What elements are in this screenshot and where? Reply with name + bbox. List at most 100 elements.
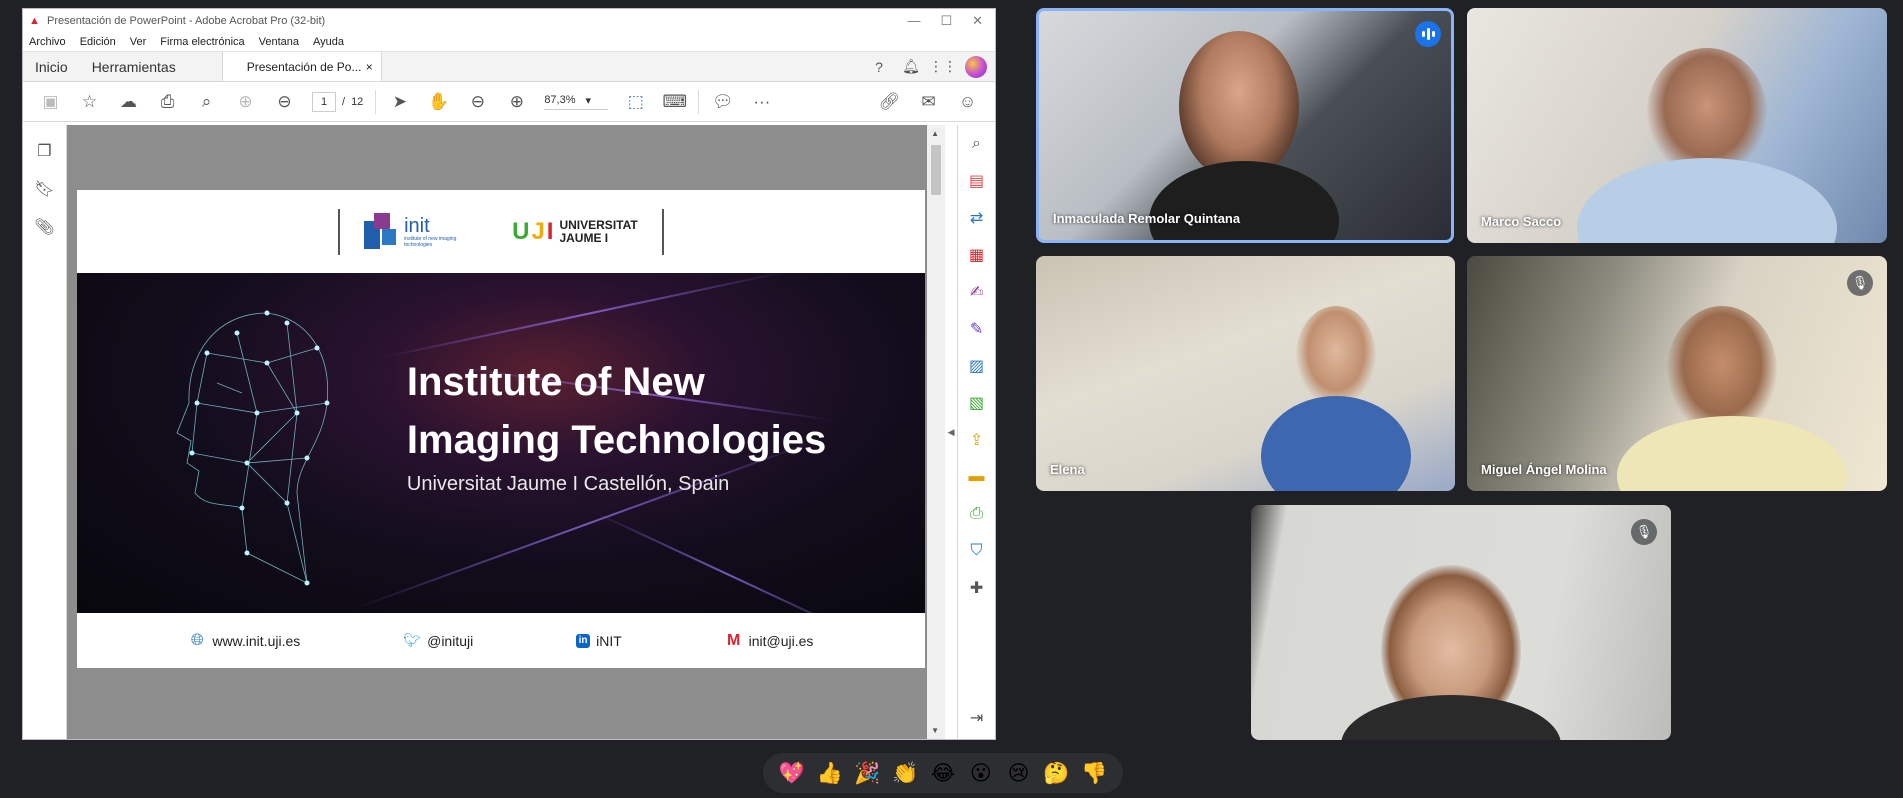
tab-herramientas[interactable]: Herramientas — [80, 52, 188, 81]
page-separator: / — [342, 95, 346, 108]
window-title: Presentación de PowerPoint - Adobe Acrob… — [47, 15, 326, 27]
participant-tile-inmaculada[interactable]: Inmaculada Remolar Quintana — [1036, 8, 1454, 243]
participant-tile-self[interactable]: 🎙︎ — [1251, 505, 1671, 740]
comment-icon[interactable]: 💬︎ — [703, 87, 742, 117]
linkedin-icon: in — [576, 633, 591, 648]
zoom-tool-icon[interactable]: ⌕ — [966, 133, 988, 155]
tab-bar: Inicio Herramientas Presentación de Po..… — [23, 51, 995, 82]
participant-tile-marco[interactable]: Marco Sacco — [1467, 8, 1887, 243]
wireframe-head-graphic — [176, 310, 330, 586]
request-signature-icon[interactable]: ✍ — [966, 281, 988, 303]
menu-firma[interactable]: Firma electrónica — [160, 36, 244, 48]
uji-text-line1: UNIVERSITAT — [559, 217, 638, 232]
expand-panel-icon[interactable]: ⇥ — [966, 707, 988, 729]
export-file-icon[interactable]: ⇪ — [966, 429, 988, 451]
zoom-dropdown[interactable]: 87,3% ▾ — [544, 94, 609, 110]
menu-edicion[interactable]: Edición — [80, 36, 116, 48]
comment-tool-icon[interactable]: ▬ — [966, 466, 988, 488]
scrollbar-thumb[interactable] — [931, 145, 942, 195]
menu-archivo[interactable]: Archivo — [29, 36, 66, 48]
reaction-sad[interactable]: 😢 — [1002, 761, 1036, 785]
reaction-clap[interactable]: 👏 — [888, 761, 922, 786]
acrobat-window: ▲ Presentación de PowerPoint - Adobe Acr… — [22, 8, 996, 740]
contact-email: M init@uji.es — [725, 632, 813, 650]
page-number-input[interactable]: 1 — [312, 91, 336, 112]
slide-banner: Institute of New Imaging Technologies Un… — [76, 273, 925, 613]
close-window-button[interactable]: ✕ — [972, 13, 983, 29]
menu-ver[interactable]: Ver — [130, 36, 147, 48]
help-icon[interactable]: ? — [869, 57, 889, 77]
save-icon[interactable]: ▣ — [31, 87, 70, 117]
protect-shield-icon[interactable]: ⛉ — [966, 540, 988, 562]
init-logo-mark — [364, 212, 398, 251]
print-production-icon[interactable]: ⎙ — [966, 503, 988, 525]
mail-icon[interactable]: ✉ — [909, 87, 948, 117]
slide-title-line1: Institute of New — [406, 360, 705, 404]
close-tab-icon[interactable]: × — [366, 60, 373, 74]
compress-pdf-icon[interactable]: ▧ — [966, 392, 988, 414]
zoom-in-icon[interactable]: ⊕ — [497, 87, 536, 117]
reaction-party[interactable]: 🎉 — [850, 761, 884, 786]
create-pdf-icon[interactable]: ▤ — [966, 170, 988, 192]
organize-pages-icon[interactable]: ▦ — [966, 244, 988, 266]
page-down-icon[interactable]: ⊖ — [265, 87, 304, 117]
fit-page-icon[interactable]: ⬚ — [616, 87, 655, 117]
bell-icon[interactable]: 🔔︎ — [901, 57, 921, 77]
mic-off-icon: 🎙︎ — [1847, 270, 1873, 296]
print-icon[interactable]: ⎙ — [148, 87, 187, 117]
init-logo-name: init — [404, 214, 430, 237]
init-logo-tagline: institute of new imaging technologies — [404, 235, 457, 248]
export-pdf-icon[interactable]: ⇄ — [966, 207, 988, 229]
speaking-indicator-icon — [1415, 21, 1441, 47]
twitter-icon: 🐦︎ — [403, 632, 421, 648]
edit-pdf-icon[interactable]: ▨ — [966, 355, 988, 377]
link-icon[interactable]: 🔗︎ — [870, 87, 909, 117]
reaction-laugh[interactable]: 😂 — [926, 761, 960, 785]
apps-grid-icon[interactable]: ⋮⋮ — [929, 57, 957, 77]
participant-name: Elena — [1050, 462, 1085, 477]
slide-subtitle: Universitat Jaume I Castellón, Spain — [406, 473, 730, 495]
page-up-icon[interactable]: ⊕ — [226, 87, 265, 117]
toolbar: ▣ ☆ ☁ ⎙ ⌕ ⊕ ⊖ 1 / 12 ➤ ✋ ⊖ ⊕ 87,3% ▾ ⬚ ⌨… — [23, 82, 995, 122]
fill-sign-icon[interactable]: ✎ — [966, 318, 988, 340]
hand-tool-icon[interactable]: ✋ — [419, 87, 458, 117]
vertical-scrollbar[interactable]: ▲ ▼ — [927, 125, 946, 739]
menu-bar: Archivo Edición Ver Firma electrónica Ve… — [23, 33, 995, 51]
bookmarks-icon[interactable]: 🔖︎ — [34, 179, 54, 199]
reaction-surprised[interactable]: 😮 — [964, 761, 998, 785]
contact-linkedin: in iNIT — [576, 633, 622, 649]
acrobat-app-icon: ▲ — [29, 15, 40, 27]
reaction-thinking[interactable]: 🤔 — [1039, 761, 1073, 786]
menu-ventana[interactable]: Ventana — [259, 36, 299, 48]
maximize-button[interactable]: ☐ — [940, 13, 952, 29]
work-area: ❐ 🔖︎ 📎︎ ◀ init institute of new ima — [23, 125, 995, 739]
document-viewport[interactable]: ◀ init institute of new imaging technolo… — [66, 125, 946, 739]
share-user-icon[interactable]: ☺ — [948, 87, 987, 117]
pages-thumbnails-icon[interactable]: ❐ — [37, 141, 51, 161]
zoom-search-icon[interactable]: ⌕ — [187, 87, 226, 117]
profile-avatar[interactable] — [965, 55, 987, 78]
right-tools-rail: ⌕ ▤ ⇄ ▦ ✍ ✎ ▨ ▧ ⇪ ▬ ⎙ ⛉ ✚ ⇥ — [957, 125, 995, 739]
tab-document-label: Presentación de Po... — [246, 59, 362, 74]
tab-document[interactable]: Presentación de Po... × — [221, 52, 382, 81]
more-tools-wrench-icon[interactable]: ✚ — [966, 577, 988, 599]
reaction-thumbs-down[interactable]: 👎 — [1077, 761, 1111, 786]
window-titlebar: ▲ Presentación de PowerPoint - Adobe Acr… — [23, 9, 995, 33]
bookmark-star-icon[interactable]: ☆ — [70, 87, 109, 117]
more-tools-icon[interactable]: ··· — [742, 87, 781, 117]
upload-cloud-icon[interactable]: ☁ — [109, 87, 148, 117]
minimize-button[interactable]: — — [907, 13, 920, 29]
select-cursor-icon[interactable]: ➤ — [380, 87, 419, 117]
tab-inicio[interactable]: Inicio — [23, 52, 80, 81]
zoom-out-icon[interactable]: ⊖ — [458, 87, 497, 117]
participant-name: Marco Sacco — [1481, 214, 1562, 229]
menu-ayuda[interactable]: Ayuda — [313, 36, 344, 48]
reaction-thumbs-up[interactable]: 👍 — [813, 761, 847, 786]
participant-tile-miguel[interactable]: 🎙︎ Miguel Ángel Molina — [1467, 256, 1887, 491]
reaction-sparkling-heart[interactable]: 💖 — [775, 761, 809, 786]
collapse-right-icon[interactable]: ◀ — [945, 125, 958, 739]
participant-tile-elena[interactable]: Elena — [1036, 256, 1455, 491]
attachments-icon[interactable]: 📎︎ — [34, 217, 54, 237]
init-logo: init institute of new imaging technologi… — [364, 212, 474, 251]
keyboard-tool-icon[interactable]: ⌨ — [655, 87, 694, 117]
